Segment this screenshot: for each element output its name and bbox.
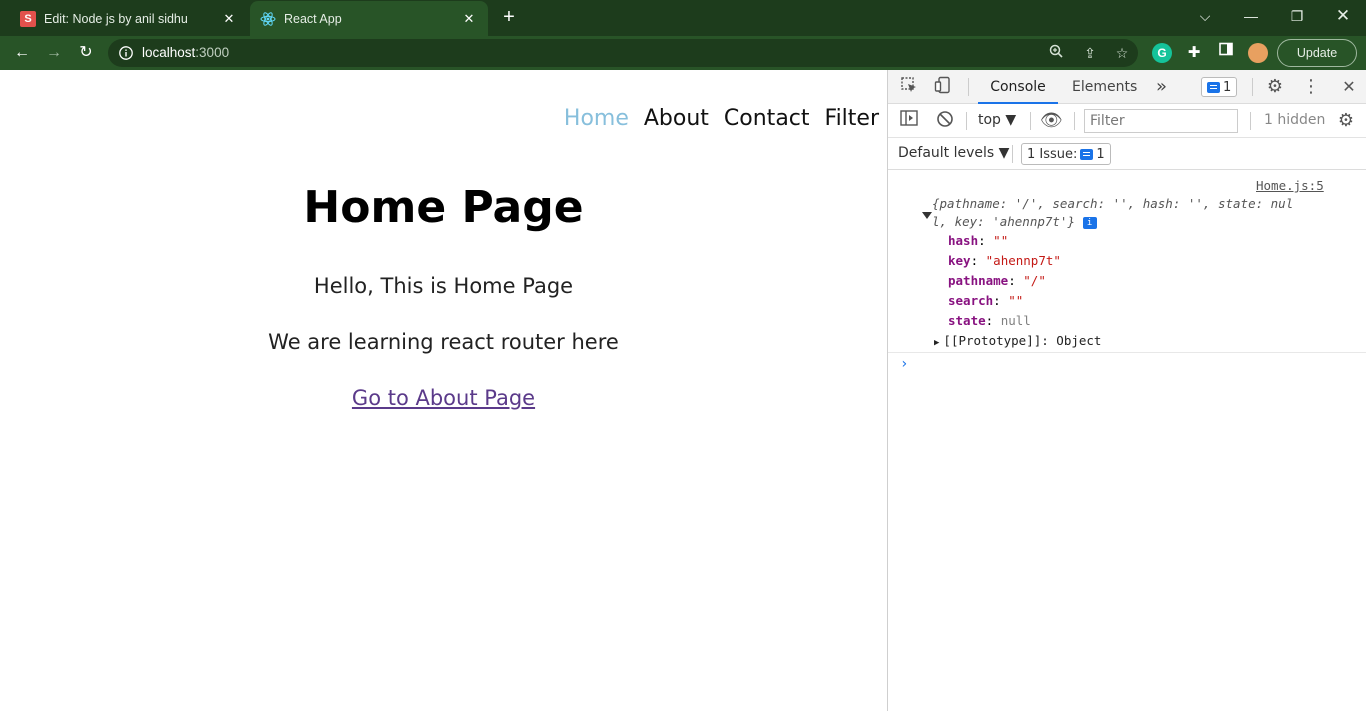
go-to-about-link[interactable]: Go to About Page: [352, 386, 535, 410]
sidebar-toggle-icon[interactable]: [898, 110, 920, 132]
web-page: Home About Contact Filter Home Page Hell…: [0, 70, 887, 711]
issues-count: 1: [1096, 146, 1105, 162]
issues-label: 1 Issue:: [1027, 146, 1078, 162]
console-levels-bar: Default levels ▼ 1 Issue: 1: [888, 138, 1366, 170]
page-heading: Home Page: [303, 182, 584, 233]
side-panel-icon[interactable]: [1214, 41, 1238, 65]
tab-elements[interactable]: Elements: [1072, 70, 1137, 104]
url-port: :3000: [195, 45, 230, 60]
forward-icon[interactable]: →: [42, 41, 66, 65]
close-window-icon[interactable]: ✕: [1329, 4, 1357, 28]
tab-title: React App: [284, 11, 342, 26]
clear-console-icon[interactable]: [934, 110, 956, 132]
close-tab-icon[interactable]: ✕: [220, 10, 238, 28]
url-text: localhost:3000: [142, 45, 229, 60]
console-filter-input[interactable]: Filter: [1084, 109, 1238, 133]
info-icon[interactable]: i: [1082, 216, 1097, 229]
minimize-icon[interactable]: —: [1237, 4, 1265, 28]
issue-icon: [1080, 148, 1094, 160]
settings-gear-icon[interactable]: ⚙: [1264, 76, 1286, 98]
inspect-element-icon[interactable]: [898, 76, 920, 98]
log-levels-dropdown[interactable]: Default levels ▼: [898, 145, 1009, 161]
console-prop: state: null: [948, 313, 1031, 328]
expand-triangle-icon[interactable]: [922, 212, 932, 219]
url-host: localhost: [142, 45, 196, 60]
learning-paragraph: We are learning react router here: [268, 330, 619, 354]
live-expression-eye-icon[interactable]: 👁: [1040, 110, 1063, 132]
share-icon[interactable]: ⇪: [1079, 43, 1101, 63]
tab-title: Edit: Node js by anil sidhu: [44, 11, 188, 26]
address-bar[interactable]: localhost:3000 ⇪ ☆: [108, 39, 1138, 67]
collapse-arrow-icon[interactable]: ▶: [934, 338, 939, 348]
console-prop: hash: "": [948, 233, 1009, 248]
console-prop: search: "": [948, 293, 1024, 308]
more-options-icon[interactable]: ⋮: [1300, 76, 1322, 98]
messages-badge[interactable]: 1: [1201, 77, 1238, 97]
extensions-puzzle-icon[interactable]: ✚: [1182, 41, 1206, 65]
back-icon[interactable]: ←: [10, 41, 34, 65]
browser-tab-react-app[interactable]: React App ✕: [250, 1, 488, 36]
nav-link-home[interactable]: Home: [564, 106, 629, 131]
console-prop: pathname: "/": [948, 273, 1046, 288]
devtools-tab-bar: Console Elements » 1 ⚙ ⋮ ✕: [888, 70, 1366, 104]
issues-button[interactable]: 1 Issue: 1: [1021, 143, 1111, 165]
main-nav: Home About Contact Filter: [564, 106, 879, 131]
profile-avatar[interactable]: [1248, 43, 1268, 63]
browser-tab-edit[interactable]: S Edit: Node js by anil sidhu ✕: [10, 1, 248, 36]
tab-search-icon[interactable]: ⌵: [1191, 4, 1219, 28]
zoom-icon[interactable]: [1045, 43, 1067, 63]
source-link[interactable]: Home.js:5: [1256, 178, 1324, 193]
prototype-text: [[Prototype]]: Object: [943, 333, 1102, 348]
intro-paragraph: Hello, This is Home Page: [313, 274, 574, 298]
device-toolbar-icon[interactable]: [932, 76, 954, 98]
restore-icon[interactable]: ❐: [1283, 4, 1311, 28]
prompt-chevron-icon: ›: [900, 356, 909, 372]
nav-link-about[interactable]: About: [644, 106, 709, 131]
hidden-count: 1 hidden: [1264, 112, 1326, 128]
about-link-container: Go to About Page: [0, 386, 887, 410]
object-summary-text: l, key: 'ahennp7t'}: [932, 214, 1075, 229]
browser-tab-bar: S Edit: Node js by anil sidhu ✕ React Ap…: [0, 0, 1366, 36]
new-tab-button[interactable]: +: [498, 6, 520, 28]
close-tab-icon[interactable]: ✕: [460, 10, 478, 28]
message-count: 1: [1223, 79, 1232, 95]
console-settings-gear-icon[interactable]: ⚙: [1335, 110, 1357, 132]
browser-toolbar: ← → ↻ localhost:3000 ⇪ ☆ G ✚ Update: [0, 36, 1366, 70]
prototype-row[interactable]: ▶ [[Prototype]]: Object: [934, 333, 1101, 348]
console-toolbar: top ▼ 👁 Filter 1 hidden ⚙: [888, 104, 1366, 138]
devtools-panel: Console Elements » 1 ⚙ ⋮ ✕ top ▼ 👁 Filte…: [887, 70, 1366, 711]
console-prop: key: "ahennp7t": [948, 253, 1061, 268]
context-selector[interactable]: top ▼: [978, 112, 1016, 128]
update-button[interactable]: Update: [1277, 39, 1357, 67]
more-tabs-icon[interactable]: »: [1156, 70, 1167, 104]
reload-icon[interactable]: ↻: [74, 41, 98, 65]
grammarly-icon[interactable]: G: [1152, 43, 1172, 63]
close-devtools-icon[interactable]: ✕: [1338, 76, 1360, 98]
nav-link-filter[interactable]: Filter: [825, 106, 879, 131]
message-icon: [1207, 81, 1220, 93]
sandbox-favicon-icon: S: [20, 10, 36, 27]
site-info-icon[interactable]: [118, 45, 134, 61]
object-summary-line1: {pathname: '/', search: '', hash: '', st…: [932, 196, 1294, 211]
bookmark-star-icon[interactable]: ☆: [1111, 43, 1133, 63]
nav-link-contact[interactable]: Contact: [724, 106, 810, 131]
console-prompt[interactable]: ›: [888, 352, 1366, 374]
tab-console[interactable]: Console: [978, 70, 1058, 104]
react-logo-icon: [260, 11, 276, 27]
object-summary-line2: l, key: 'ahennp7t'} i: [932, 214, 1097, 229]
